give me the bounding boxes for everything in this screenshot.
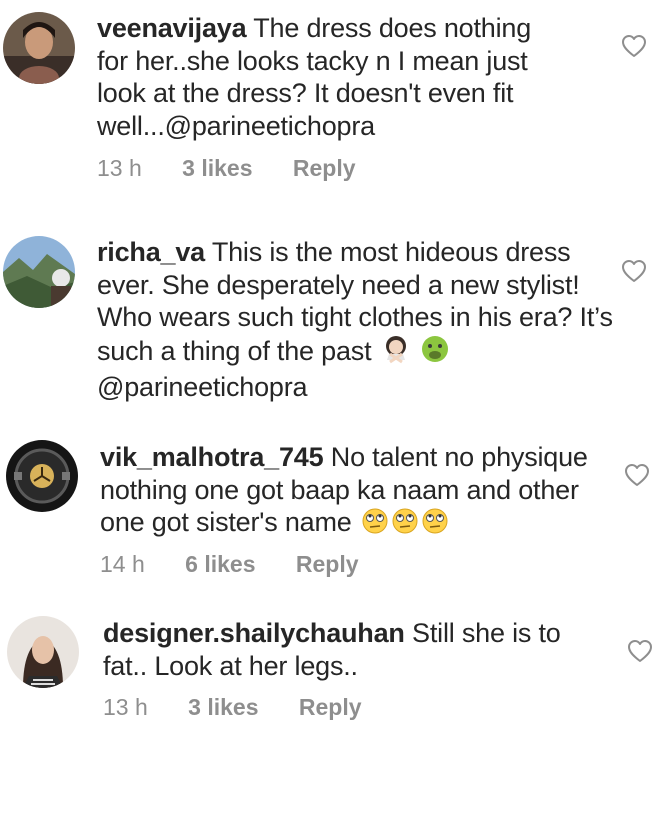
mention-link[interactable]: @parineetichopra bbox=[165, 111, 376, 141]
reply-button[interactable]: Reply bbox=[299, 694, 362, 720]
nauseated-face-emoji bbox=[420, 334, 450, 372]
comment-username[interactable]: vik_malhotra_745 bbox=[100, 442, 324, 472]
comment-username[interactable]: designer.shailychauhan bbox=[103, 618, 405, 648]
mention-link[interactable]: @parineetichopra bbox=[97, 372, 308, 402]
comment-text: veenavijaya The dress does nothing for h… bbox=[97, 12, 567, 142]
avatar[interactable] bbox=[3, 236, 75, 308]
comment-time: 13 h bbox=[103, 694, 148, 720]
woman-gesturing-no-emoji bbox=[381, 334, 411, 372]
comment-meta: 13 h 3 likes Reply bbox=[103, 694, 396, 721]
heart-outline-icon[interactable] bbox=[621, 259, 647, 283]
likes-count[interactable]: 6 likes bbox=[185, 551, 255, 577]
comments-list: veenavijaya The dress does nothing for h… bbox=[0, 0, 655, 837]
heart-outline-icon[interactable] bbox=[627, 639, 653, 663]
comment-text: richa_va This is the most hideous dress … bbox=[97, 236, 617, 404]
comment-time: 14 h bbox=[100, 551, 145, 577]
comment-username[interactable]: richa_va bbox=[97, 237, 205, 267]
comment-username[interactable]: veenavijaya bbox=[97, 13, 247, 43]
heart-outline-icon[interactable] bbox=[621, 34, 647, 58]
reply-button[interactable]: Reply bbox=[293, 155, 356, 181]
comment-meta: 13 h 3 likes Reply bbox=[97, 155, 390, 182]
eye-roll-emoji bbox=[421, 507, 449, 543]
likes-count[interactable]: 3 likes bbox=[188, 694, 258, 720]
likes-count[interactable]: 3 likes bbox=[182, 155, 252, 181]
reply-button[interactable]: Reply bbox=[296, 551, 359, 577]
avatar[interactable] bbox=[3, 12, 75, 84]
comment-time: 13 h bbox=[97, 155, 142, 181]
eye-roll-emoji bbox=[361, 507, 389, 543]
avatar[interactable] bbox=[6, 440, 78, 512]
comment-text: designer.shailychauhan Still she is to f… bbox=[103, 617, 593, 682]
eye-roll-emoji bbox=[391, 507, 419, 543]
avatar[interactable] bbox=[7, 616, 79, 688]
heart-outline-icon[interactable] bbox=[624, 463, 650, 487]
comment-text: vik_malhotra_745 No talent no physique n… bbox=[100, 441, 610, 543]
comment-meta: 14 h 6 likes Reply bbox=[100, 551, 393, 578]
